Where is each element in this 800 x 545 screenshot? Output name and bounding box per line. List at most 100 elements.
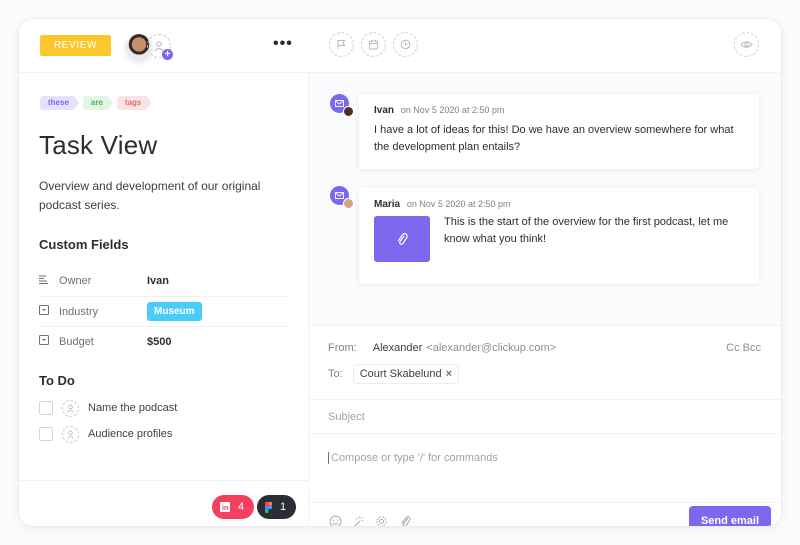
paperclip-icon — [397, 232, 408, 245]
todo-label[interactable]: Name the podcast — [88, 402, 177, 414]
invision-integration-button[interactable]: in 4 — [212, 495, 255, 519]
from-name[interactable]: Alexander — [373, 342, 423, 354]
email-composer: From: Alexander <alexander@clickup.com> … — [309, 325, 781, 526]
field-label: Industry — [59, 305, 99, 318]
time-tracking-button[interactable] — [393, 32, 418, 57]
recipient-name: Court Skabelund — [359, 368, 442, 380]
attachment-thumbnail[interactable] — [374, 216, 430, 262]
remove-recipient-icon[interactable]: × — [446, 368, 452, 380]
subject-input[interactable] — [328, 409, 758, 425]
field-label: Owner — [59, 275, 92, 287]
assign-todo-button[interactable] — [62, 425, 79, 443]
magic-wand-icon — [353, 515, 364, 526]
comment: Maria on Nov 5 2020 at 2:50 pm This is t… — [359, 188, 759, 284]
text-field-icon — [39, 275, 53, 287]
industry-badge[interactable]: Museum — [147, 302, 202, 321]
field-label: Budget — [59, 335, 94, 348]
assign-todo-button[interactable] — [62, 399, 79, 417]
priority-flag-button[interactable] — [329, 32, 354, 57]
add-assignee-button[interactable]: + — [147, 34, 173, 60]
status-button[interactable]: REVIEW — [40, 35, 111, 56]
tag-list: these are tags — [40, 96, 151, 110]
user-icon — [67, 430, 74, 439]
email-from-row: From: Alexander <alexander@clickup.com> — [328, 342, 556, 354]
to-label: To: — [328, 368, 343, 380]
due-date-button[interactable] — [361, 32, 386, 57]
custom-fields-heading: Custom Fields — [39, 237, 129, 252]
plus-icon: + — [162, 49, 173, 60]
comment-text: I have a lot of ideas for this! Do we ha… — [374, 124, 734, 153]
todo-heading: To Do — [39, 373, 75, 388]
tag[interactable]: these — [40, 96, 79, 110]
ai-magic-button[interactable] — [351, 514, 365, 526]
task-view-card: REVIEW + ••• these are tags Task View Ov… — [19, 19, 781, 526]
mail-icon — [335, 100, 344, 107]
from-label: From: — [328, 342, 357, 354]
task-title[interactable]: Task View — [39, 130, 157, 161]
todo-checkbox[interactable] — [39, 427, 53, 441]
todo-item: Audience profiles — [39, 423, 289, 445]
comment-timestamp: on Nov 5 2020 at 2:50 pm — [400, 105, 505, 115]
tag[interactable]: tags — [117, 96, 151, 110]
calendar-icon — [369, 40, 378, 50]
ivan-avatar — [343, 106, 354, 117]
svg-text:in: in — [222, 505, 228, 512]
emoji-icon — [329, 515, 341, 526]
todo-checkbox[interactable] — [39, 401, 53, 415]
comment-author: Ivan — [374, 105, 395, 116]
text-cursor — [328, 452, 329, 464]
recipient-chip[interactable]: Court Skabelund × — [352, 364, 460, 384]
emoji-button[interactable] — [328, 514, 342, 526]
comment-author: Maria — [374, 199, 401, 210]
mail-icon — [335, 192, 344, 199]
task-details-panel: these are tags Task View Overview and de… — [19, 73, 309, 526]
user-icon — [67, 404, 74, 413]
figma-icon — [265, 501, 272, 513]
figma-count: 1 — [280, 501, 287, 513]
comment-timestamp: on Nov 5 2020 at 2:50 pm — [406, 199, 511, 209]
comment-header: Ivan on Nov 5 2020 at 2:50 pm — [374, 105, 744, 116]
activity-panel: Ivan on Nov 5 2020 at 2:50 pm I have a l… — [309, 73, 781, 526]
maria-avatar — [343, 198, 354, 209]
todo-label[interactable]: Audience profiles — [88, 428, 172, 440]
todo-item: Name the podcast — [39, 397, 289, 419]
dropdown-field-icon — [39, 335, 53, 348]
comment: Ivan on Nov 5 2020 at 2:50 pm I have a l… — [359, 94, 759, 169]
compose-input[interactable] — [331, 450, 751, 466]
cc-bcc-toggle[interactable]: Cc Bcc — [726, 342, 761, 354]
eye-icon — [740, 41, 753, 48]
clock-icon — [400, 39, 411, 50]
email-to-row: To: Court Skabelund × — [328, 364, 460, 384]
comment-email-avatar — [330, 186, 354, 209]
field-value[interactable]: Ivan — [147, 275, 169, 287]
custom-field-industry[interactable]: Industry Museum — [39, 296, 289, 326]
from-address[interactable]: <alexander@clickup.com> — [426, 342, 556, 354]
divider — [309, 399, 781, 400]
comment-header: Maria on Nov 5 2020 at 2:50 pm — [374, 199, 744, 210]
comment-text: This is the start of the overview for th… — [444, 216, 729, 245]
gear-icon — [375, 515, 387, 526]
divider — [309, 433, 781, 434]
paperclip-icon — [401, 515, 411, 526]
custom-field-owner[interactable]: Owner Ivan — [39, 266, 289, 296]
invision-icon: in — [220, 502, 230, 512]
comment-content: This is the start of the overview for th… — [374, 216, 744, 262]
attach-button[interactable] — [398, 514, 412, 526]
settings-button[interactable] — [374, 514, 388, 526]
divider — [309, 502, 781, 503]
dropdown-field-icon — [39, 305, 53, 318]
figma-integration-button[interactable]: 1 — [257, 495, 297, 519]
invision-count: 4 — [238, 501, 245, 513]
task-description[interactable]: Overview and development of our original… — [39, 177, 279, 215]
custom-fields-list: Owner Ivan Industry Museum Budget $500 — [39, 266, 289, 356]
comment-email-avatar — [330, 94, 354, 117]
watchers-button[interactable] — [734, 32, 759, 57]
send-email-button[interactable]: Send email — [689, 506, 771, 526]
flag-icon — [337, 40, 346, 49]
field-value[interactable]: $500 — [147, 336, 171, 348]
task-header: REVIEW + ••• — [19, 19, 781, 73]
custom-field-budget[interactable]: Budget $500 — [39, 326, 289, 356]
tag[interactable]: are — [83, 96, 113, 110]
more-options-button[interactable]: ••• — [273, 35, 293, 53]
integrations-bar: in 4 1 — [19, 480, 309, 526]
